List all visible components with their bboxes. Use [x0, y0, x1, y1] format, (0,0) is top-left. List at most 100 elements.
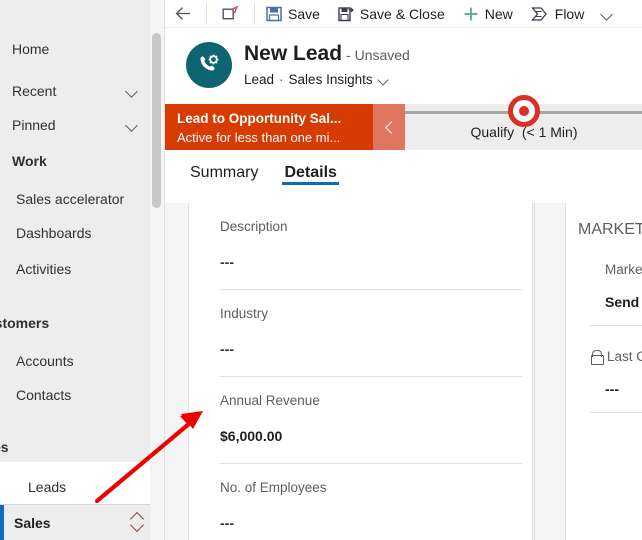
sidebar-item-accounts[interactable]: Accounts — [0, 342, 150, 380]
sidebar-group-sales: Sales — [0, 432, 150, 462]
save-button-label: Save — [288, 5, 320, 22]
form-body: Description --- Industry --- Annual Reve… — [165, 203, 642, 540]
sidebar-group-label: Customers — [0, 315, 50, 331]
section-header: MARKET — [578, 221, 642, 238]
chevron-down-icon[interactable] — [378, 74, 390, 86]
record-header: New Lead - Unsaved Lead · Sales Insights — [165, 29, 642, 95]
tab-label: Details — [284, 164, 337, 181]
sidebar-item-activities[interactable]: Activities — [0, 250, 150, 288]
field-label: No. of Employees — [220, 480, 327, 495]
avatar — [186, 42, 232, 88]
chevron-down-icon[interactable] — [126, 118, 140, 132]
bpf-process-name[interactable]: Lead to Opportunity Sal... Active for le… — [165, 104, 373, 150]
back-arrow-icon — [175, 7, 190, 20]
field-label: Last Ca — [607, 349, 642, 364]
sidebar-item-label: Dashboards — [16, 225, 92, 241]
field-value: --- — [605, 381, 619, 397]
bpf-stage-marker-core — [519, 106, 529, 116]
command-separator — [254, 3, 255, 24]
tab-label: Summary — [190, 164, 259, 181]
sidebar-item-label: Leads — [28, 479, 67, 495]
field-label: Industry — [220, 306, 269, 321]
field-no-of-employees[interactable]: No. of Employees --- — [189, 464, 532, 540]
form-tab-list: Summary Details — [165, 150, 642, 203]
flow-button-label: Flow — [554, 5, 585, 22]
field-annual-revenue[interactable]: Annual Revenue $6,000.00 — [189, 377, 532, 463]
field-value[interactable]: --- — [220, 234, 532, 289]
field-last-campaign[interactable]: Last Ca --- — [566, 326, 642, 412]
form-section-market: MARKET Market Send Last Ca --- — [565, 203, 642, 540]
record-name: New Lead — [244, 42, 343, 65]
sidebar-item-home[interactable]: Home — [0, 30, 150, 68]
save-and-close-button[interactable]: Save & Close — [329, 0, 454, 28]
sidebar-item-label: Recent — [12, 83, 57, 99]
bpf-stage-label: Qualify (< 1 Min) — [405, 124, 642, 140]
entity-name-label: Lead — [244, 72, 275, 87]
chevron-down-icon — [601, 7, 615, 21]
sidebar-item-leads-overlay[interactable]: Leads — [0, 468, 164, 506]
sidebar-item-contacts[interactable]: Contacts — [0, 376, 150, 414]
command-bar: Save Save & Close New Flow — [165, 0, 642, 28]
flow-icon — [530, 6, 547, 21]
field-market[interactable]: Market Send — [566, 239, 642, 325]
sidebar-group-work: Work — [0, 146, 150, 176]
save-button[interactable]: Save — [257, 0, 329, 28]
sidebar-item-label: Sales accelerator — [16, 191, 125, 207]
sidebar-group-label: Work — [12, 153, 47, 169]
field-divider — [590, 412, 642, 413]
new-button[interactable]: New — [454, 0, 522, 28]
bpf-stage-duration: (< 1 Min) — [521, 124, 578, 140]
form-selector-label[interactable]: Sales Insights — [289, 72, 373, 87]
save-close-icon — [338, 6, 354, 21]
breadcrumb-separator: · — [279, 72, 284, 87]
bpf-active-stage-marker[interactable] — [508, 95, 540, 127]
lock-icon — [590, 350, 604, 365]
save-and-close-button-label: Save & Close — [359, 5, 445, 22]
main-form-region: Save Save & Close New Flow New Lead - Un… — [164, 0, 642, 540]
record-breadcrumb: Lead · Sales Insights — [244, 72, 390, 87]
field-value[interactable]: --- — [220, 495, 532, 540]
field-value[interactable]: $6,000.00 — [220, 408, 532, 463]
form-section-main: Description --- Industry --- Annual Reve… — [188, 203, 533, 540]
page-title: New Lead - Unsaved — [244, 42, 410, 66]
field-industry[interactable]: Industry --- — [189, 290, 532, 376]
field-value[interactable]: --- — [220, 321, 532, 376]
bpf-stage-name: Qualify — [470, 124, 515, 140]
chevron-down-icon[interactable] — [126, 84, 140, 98]
plus-icon — [464, 7, 478, 20]
app-root: Home Recent Pinned Work Sales accelerato… — [0, 0, 642, 540]
bpf-collapse-button[interactable] — [373, 104, 405, 150]
sidebar-item-recent[interactable]: Recent — [0, 72, 150, 110]
unsaved-state-label: - Unsaved — [346, 47, 410, 63]
save-icon — [266, 6, 282, 21]
area-switcher[interactable]: Sales — [0, 504, 164, 540]
nav-scrollbar-thumb[interactable] — [152, 33, 161, 208]
field-label: Annual Revenue — [220, 393, 320, 408]
command-separator — [206, 3, 207, 24]
tab-details[interactable]: Details — [282, 150, 340, 185]
sidebar-item-label: Contacts — [16, 387, 72, 403]
sidebar-item-label: Activities — [16, 261, 72, 277]
flow-button[interactable]: Flow — [522, 0, 594, 28]
pop-out-icon — [222, 6, 239, 20]
sidebar-item-label: Pinned — [12, 117, 56, 133]
sidebar-item-pinned[interactable]: Pinned — [0, 106, 150, 144]
back-button[interactable] — [165, 0, 204, 28]
sidebar-group-customers: Customers — [0, 308, 150, 338]
sidebar-item-sales-accelerator[interactable]: Sales accelerator — [0, 180, 150, 218]
field-label: Description — [220, 219, 288, 234]
field-value[interactable]: Send — [605, 277, 642, 325]
bpf-stage-qualify[interactable]: Qualify (< 1 Min) — [405, 95, 642, 150]
up-down-chevron-icon[interactable] — [124, 510, 150, 536]
field-label-row: Last Ca — [590, 326, 642, 365]
sidebar-item-label: Home — [12, 41, 50, 57]
command-overflow-button[interactable] — [593, 0, 623, 28]
form-column-spacer — [534, 203, 535, 540]
sidebar-item-dashboards[interactable]: Dashboards — [0, 214, 150, 252]
field-description[interactable]: Description --- — [189, 203, 532, 289]
business-process-flow: Lead to Opportunity Sal... Active for le… — [165, 95, 642, 150]
open-in-new-window-button[interactable] — [209, 0, 252, 28]
site-map-navigation: Home Recent Pinned Work Sales accelerato… — [0, 0, 150, 540]
lead-phone-gear-icon — [200, 54, 219, 71]
tab-summary[interactable]: Summary — [188, 150, 260, 182]
